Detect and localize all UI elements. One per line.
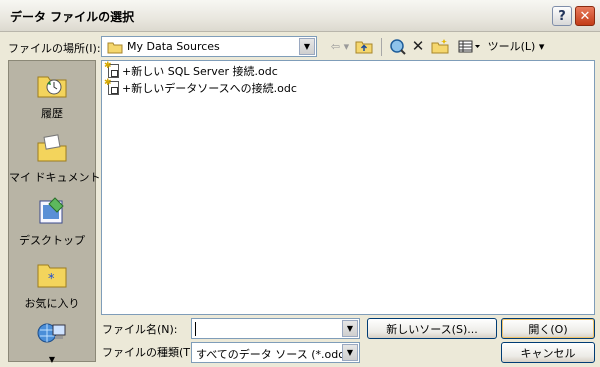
file-list[interactable]: ✱ +新しい SQL Server 接続.odc ✱ +新しいデータソースへの接… — [101, 60, 595, 315]
up-folder-icon[interactable] — [355, 37, 373, 55]
open-button[interactable]: 開く(O) — [501, 318, 595, 339]
place-history[interactable]: 履歴 — [9, 69, 95, 121]
folder-icon — [107, 41, 123, 57]
look-in-combo[interactable]: My Data Sources ▼ — [101, 36, 317, 57]
odc-file-icon: ✱ — [104, 61, 121, 79]
cancel-button[interactable]: キャンセル — [501, 342, 595, 363]
network-places-icon — [35, 319, 69, 349]
help-button[interactable]: ? — [552, 6, 572, 26]
favorites-icon: * — [35, 259, 69, 289]
new-source-button[interactable]: 新しいソース(S)... — [367, 318, 497, 339]
my-documents-icon — [35, 133, 69, 163]
history-icon — [35, 69, 69, 99]
file-type-value: すべてのデータ ソース (*.odc;*.m — [196, 348, 342, 361]
text-caret — [195, 322, 196, 336]
delete-icon[interactable]: ✕ — [410, 37, 426, 55]
file-name-label: ファイル名(N): — [102, 323, 178, 336]
window-title: データ ファイルの選択 — [10, 10, 135, 24]
chevron-down-icon[interactable]: ▼ — [342, 344, 358, 361]
place-desktop-label: デスクトップ — [19, 234, 85, 247]
place-favorites[interactable]: * お気に入り — [9, 259, 95, 311]
odc-file-icon: ✱ — [104, 78, 121, 96]
list-item[interactable]: ✱ +新しいデータソースへの接続.odc — [104, 78, 297, 96]
look-in-value: My Data Sources — [127, 40, 220, 53]
place-network[interactable]: ▼ — [9, 319, 95, 364]
place-favorites-label: お気に入り — [24, 297, 80, 310]
svg-text:*: * — [48, 272, 55, 287]
chevron-down-icon[interactable]: ▼ — [342, 320, 358, 337]
tools-menu[interactable]: ツール(L) ▾ — [486, 37, 546, 55]
place-history-label: 履歴 — [41, 107, 63, 120]
places-bar: 履歴 マイ ドキュメント デスクトップ * お気に入り ▼ — [8, 60, 101, 364]
file-name: +新しい SQL Server 接続.odc — [122, 65, 278, 78]
list-item[interactable]: ✱ +新しい SQL Server 接続.odc — [104, 61, 278, 79]
desktop-icon — [35, 196, 69, 226]
look-in-label: ファイルの場所(I): — [8, 42, 101, 55]
tools-menu-label: ツール(L) — [487, 40, 536, 53]
search-web-icon[interactable] — [388, 37, 406, 55]
place-my-documents[interactable]: マイ ドキュメント — [9, 133, 101, 185]
file-dialog: データ ファイルの選択 ? ✕ ファイルの場所(I): My Data Sour… — [0, 0, 600, 367]
place-my-documents-label: マイ ドキュメント — [9, 171, 101, 184]
close-button[interactable]: ✕ — [575, 6, 595, 26]
back-icon[interactable]: ⇦ ▾ — [326, 37, 354, 55]
file-name: +新しいデータソースへの接続.odc — [122, 82, 297, 95]
chevron-down-icon[interactable]: ▼ — [299, 38, 315, 55]
new-folder-icon[interactable] — [431, 37, 449, 55]
place-desktop[interactable]: デスクトップ — [9, 196, 95, 248]
file-type-select[interactable]: すべてのデータ ソース (*.odc;*.m ▼ — [191, 342, 360, 363]
place-network-arrow[interactable]: ▼ — [9, 355, 95, 364]
views-icon[interactable] — [455, 37, 483, 55]
file-type-label: ファイルの種類(T): — [102, 346, 199, 359]
title-bar: データ ファイルの選択 ? ✕ — [0, 0, 600, 32]
file-name-field[interactable]: ▼ — [191, 318, 360, 339]
toolbar-separator — [381, 38, 382, 56]
